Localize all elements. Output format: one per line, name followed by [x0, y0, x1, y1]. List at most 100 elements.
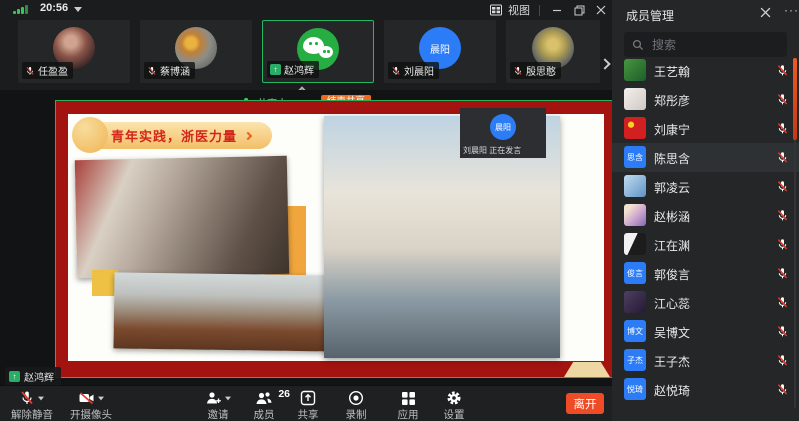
mic-muted-icon [25, 66, 35, 76]
top-bar: 20:56 视图 [0, 0, 612, 18]
avatar [624, 175, 646, 197]
mic-muted-icon [147, 66, 157, 76]
members-icon [255, 390, 273, 406]
time-dropdown-caret[interactable] [74, 7, 82, 12]
members-button[interactable]: 26 成员 [242, 389, 286, 421]
participant-name: 殷思憨 [526, 63, 556, 78]
signal-strength-icon [13, 5, 27, 14]
participant-tile[interactable]: 殷思憨 [506, 20, 600, 83]
record-icon [348, 390, 364, 406]
avatar-initials: 俊言 [624, 262, 646, 284]
restore-window-button[interactable] [571, 3, 587, 17]
sharing-badge-icon: ↑ [9, 371, 20, 382]
share-button[interactable]: 共享 [288, 389, 328, 421]
slide-title: 青年实践，浙医力量 [111, 126, 237, 145]
close-window-button[interactable] [593, 3, 609, 17]
bottom-toolbar: 解除静音 开摄像头 邀请 26 成员 共享 录制 [0, 385, 612, 421]
participant-name: 赵鸿辉 [284, 62, 314, 77]
participant-strip: 任盈盈 蔡博涵 ↑赵鸿辉 晨阳 刘晨阳 殷思憨 [0, 18, 612, 90]
record-button[interactable]: 录制 [334, 389, 378, 421]
mic-options-caret[interactable] [38, 396, 44, 400]
mic-muted-icon[interactable] [776, 325, 789, 338]
sidebar-header: 成员管理 ··· [612, 0, 799, 28]
slide-title-banner: 青年实践，浙医力量 [80, 122, 272, 149]
mic-muted-icon[interactable] [776, 93, 789, 106]
search-icon [632, 39, 644, 51]
member-list: 王艺翰 郑彤彦 刘康宁 思含 陈思含 郭凌云 [612, 56, 799, 404]
member-row[interactable]: 俊言 郭俊言 [612, 259, 799, 288]
avatar-initials: 思含 [624, 146, 646, 168]
member-row[interactable]: 博文 吴博文 [612, 317, 799, 346]
settings-button[interactable]: 设置 [434, 389, 474, 421]
avatar [624, 88, 646, 110]
member-row[interactable]: 悦琦 赵悦琦 [612, 375, 799, 404]
invite-options-caret[interactable] [225, 396, 231, 400]
mic-muted-icon[interactable] [776, 64, 789, 77]
banner-arrow-icon [244, 131, 252, 139]
view-button[interactable]: 视图 [508, 2, 530, 18]
participant-name: 任盈盈 [38, 63, 68, 78]
photo-conference-table [113, 272, 342, 351]
mic-muted-icon[interactable] [776, 238, 789, 251]
member-row[interactable]: 赵彬涵 [612, 201, 799, 230]
avatar-initials: 晨阳 [490, 114, 516, 140]
speaker-caption: 刘晨阳 正在发言 [463, 145, 521, 156]
participant-tile[interactable]: 任盈盈 [18, 20, 130, 83]
scrollbar-thumb[interactable] [793, 58, 797, 140]
close-panel-icon[interactable] [760, 7, 771, 18]
presenter-name-pill: ↑ 赵鸿辉 [5, 367, 61, 386]
member-search-box[interactable] [624, 32, 787, 57]
member-row[interactable]: 思含 陈思含 [612, 143, 799, 172]
participant-tile[interactable]: 晨阳 刘晨阳 [384, 20, 496, 83]
mic-muted-icon[interactable] [776, 180, 789, 193]
shared-screen-stage: 共享中 13:49 结束共享 青年实践，浙医力量 [0, 90, 612, 385]
photo-meeting-room [75, 156, 289, 278]
member-management-panel: 成员管理 ··· 王艺翰 郑彤彦 刘康宁 [612, 0, 799, 421]
member-row[interactable]: 王艺翰 [612, 56, 799, 85]
mic-muted-icon[interactable] [776, 151, 789, 164]
member-row[interactable]: 江心蕊 [612, 288, 799, 317]
member-row[interactable]: 江在渊 [612, 230, 799, 259]
presenter-name: 赵鸿辉 [24, 369, 54, 384]
avatar [624, 117, 646, 139]
participant-tile-active-speaker[interactable]: ↑赵鸿辉 [262, 20, 374, 83]
member-row[interactable]: 郭凌云 [612, 172, 799, 201]
mic-muted-icon[interactable] [776, 209, 789, 222]
sharing-badge-icon: ↑ [270, 64, 281, 75]
member-row[interactable]: 子杰 王子杰 [612, 346, 799, 375]
mic-muted-icon [513, 66, 523, 76]
view-layout-icon[interactable] [490, 4, 502, 16]
mic-muted-icon[interactable] [776, 354, 789, 367]
unmute-button[interactable]: 解除静音 [4, 389, 60, 421]
avatar [624, 233, 646, 255]
panel-more-options-icon[interactable]: ··· [784, 3, 799, 17]
active-speaker-overlay[interactable]: 晨阳 刘晨阳 正在发言 [460, 108, 546, 158]
avatar [624, 204, 646, 226]
avatar-initials: 悦琦 [624, 378, 646, 400]
ribbon-fold-decoration [564, 362, 610, 377]
mic-muted-icon[interactable] [776, 383, 789, 396]
gear-icon [446, 390, 462, 406]
invite-button[interactable]: 邀请 [194, 389, 242, 421]
divider [539, 5, 540, 16]
camera-off-icon [78, 390, 95, 406]
member-row[interactable]: 郑彤彦 [612, 85, 799, 114]
main-area: 20:56 视图 任盈盈 蔡博涵 [0, 0, 612, 421]
leave-meeting-button[interactable]: 离开 [566, 393, 604, 414]
mic-muted-icon[interactable] [776, 296, 789, 309]
camera-on-button[interactable]: 开摄像头 [62, 389, 120, 421]
apps-button[interactable]: 应用 [388, 389, 428, 421]
avatar [624, 59, 646, 81]
minimize-button[interactable] [549, 3, 565, 17]
search-input[interactable] [650, 37, 770, 53]
mic-muted-icon[interactable] [776, 267, 789, 280]
avatar-initials: 子杰 [624, 349, 646, 371]
participant-tile[interactable]: 蔡博涵 [140, 20, 252, 83]
avatar-initials: 博文 [624, 320, 646, 342]
more-participants-arrow[interactable] [599, 58, 610, 69]
member-row[interactable]: 刘康宁 [612, 114, 799, 143]
participant-name: 蔡博涵 [160, 63, 190, 78]
meeting-window: 20:56 视图 任盈盈 蔡博涵 [0, 0, 799, 421]
camera-options-caret[interactable] [98, 396, 104, 400]
mic-muted-icon[interactable] [776, 122, 789, 135]
